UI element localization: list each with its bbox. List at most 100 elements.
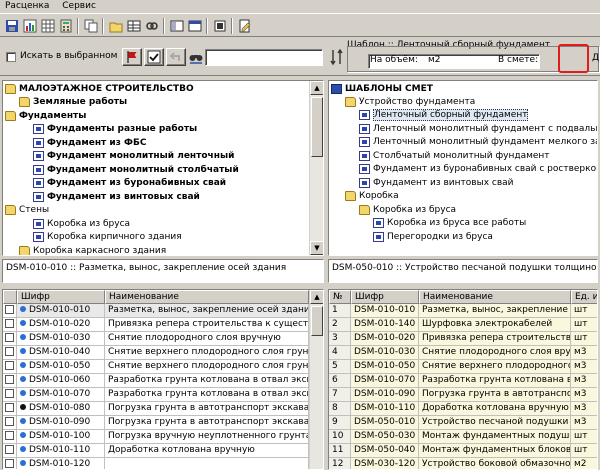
left-grid-row[interactable]: DSM-010-120	[3, 458, 309, 469]
left-grid-row[interactable]: DSM-010-060 Разработка грунта котлована в…	[3, 374, 309, 388]
menu-item-servis[interactable]: Сервис	[57, 0, 101, 11]
link-icon[interactable]	[143, 17, 161, 35]
row-checkbox-box[interactable]	[5, 319, 14, 328]
right-tree-item[interactable]: Ленточный монолитный фундамент мелкого з…	[359, 136, 597, 149]
left-tree-item[interactable]: Фундамент из ФБС	[33, 136, 146, 149]
right-grid-header-unit[interactable]: Ед. и	[571, 290, 597, 304]
right-tree-item[interactable]: Фундамент из винтовых свай	[359, 176, 514, 189]
left-grid-row[interactable]: DSM-010-040 Снятие верхнего плодородного …	[3, 346, 309, 360]
row-checkbox-box[interactable]	[5, 403, 14, 412]
left-grid-row[interactable]: DSM-010-070 Разработка грунта котлована в…	[3, 388, 309, 402]
row-checkbox[interactable]	[3, 304, 17, 318]
undo-button[interactable]	[166, 48, 186, 66]
row-checkbox-box[interactable]	[5, 375, 14, 384]
right-grid-row[interactable]: 4 DSM-010-030 Снятие плодородного слоя вру…	[329, 346, 597, 360]
row-checkbox-box[interactable]	[5, 389, 14, 398]
right-tree-item[interactable]: Фундамент из буронабивных свай с роствер…	[359, 163, 597, 176]
table-icon[interactable]	[39, 17, 57, 35]
row-checkbox-box[interactable]	[5, 431, 14, 440]
left-grid-header-name[interactable]: Наименование	[105, 290, 309, 304]
right-grid-header-name[interactable]: Наименование	[419, 290, 571, 304]
right-grid-header-code[interactable]: Шифр	[351, 290, 419, 304]
left-grid-header-code[interactable]: Шифр	[17, 290, 105, 304]
left-grid-row[interactable]: DSM-010-030 Снятие плодородного слоя вруч…	[3, 332, 309, 346]
search-input[interactable]	[205, 49, 323, 66]
left-tree-item[interactable]: Коробка кирпичного здания	[33, 231, 182, 244]
row-checkbox[interactable]	[3, 346, 17, 360]
search-in-selected-checkbox[interactable]	[6, 52, 16, 62]
binoculars-search-icon[interactable]	[188, 49, 204, 65]
edit-document-icon[interactable]	[236, 17, 254, 35]
row-checkbox-box[interactable]	[5, 361, 14, 370]
left-tree-item[interactable]: МАЛОЭТАЖНОЕ СТРОИТЕЛЬСТВО	[5, 82, 194, 95]
flag-button[interactable]	[122, 48, 142, 66]
left-tree-item[interactable]: Фундамент монолитный ленточный	[33, 150, 234, 163]
row-checkbox[interactable]	[3, 444, 17, 458]
row-checkbox-box[interactable]	[5, 417, 14, 426]
left-tree-item[interactable]: Фундамент монолитный столбчатый	[33, 163, 239, 176]
left-grid-row[interactable]: DSM-010-100 Погрузка вручную неуплотненно…	[3, 430, 309, 444]
right-tree-item[interactable]: Ленточный монолитный фундамент с подваль…	[359, 122, 597, 135]
chart-icon[interactable]	[21, 17, 39, 35]
row-checkbox[interactable]	[3, 402, 17, 416]
left-grid-row[interactable]: DSM-010-050 Снятие верхнего плодородного …	[3, 360, 309, 374]
window-icon[interactable]	[186, 17, 204, 35]
folder-open-icon[interactable]	[107, 17, 125, 35]
row-checkbox-box[interactable]	[5, 459, 14, 468]
row-checkbox[interactable]	[3, 332, 17, 346]
copy-icon[interactable]	[82, 17, 100, 35]
right-grid-row[interactable]: 10DSM-050-030Монтаж фундаментных подушек…	[329, 430, 597, 444]
row-checkbox-box[interactable]	[5, 347, 14, 356]
left-grid-row[interactable]: DSM-010-020 Привязка репера строительства…	[3, 318, 309, 332]
right-grid-row[interactable]: 5 DSM-010-050 Снятие верхнего плодородного…	[329, 360, 597, 374]
left-tree-item[interactable]: Земляные работы	[19, 96, 128, 109]
row-checkbox[interactable]	[3, 374, 17, 388]
row-checkbox-box[interactable]	[5, 445, 14, 454]
save-icon[interactable]	[3, 17, 21, 35]
row-checkbox[interactable]	[3, 458, 17, 469]
right-tree-item[interactable]: Столбчатый монолитный фундамент	[359, 149, 550, 162]
right-grid-row[interactable]: 7 DSM-010-090 Погрузка грунта в автотрансп…	[329, 388, 597, 402]
left-tree-item[interactable]: Фундамент из винтовых свай	[33, 190, 200, 203]
left-tree-item[interactable]: Фундамент из буронабивных свай	[33, 177, 226, 190]
menu-item-rascenka[interactable]: Расценка	[0, 0, 54, 11]
layout-icon[interactable]	[168, 17, 186, 35]
left-tree-item[interactable]: Фундаменты	[5, 109, 86, 122]
right-tree-item[interactable]: Устройство фундамента	[345, 95, 475, 108]
right-grid-row[interactable]: 6 DSM-010-070 Разработка грунта котлована …	[329, 374, 597, 388]
row-checkbox[interactable]	[3, 430, 17, 444]
sort-arrows-icon[interactable]	[329, 48, 345, 66]
left-tree-item[interactable]: Коробка из бруса	[33, 217, 130, 230]
left-tree-scrollbar[interactable]: ▲ ▼	[309, 81, 323, 255]
right-tree-item[interactable]: Коробка из бруса все работы	[373, 217, 526, 230]
apply-check-button[interactable]	[144, 48, 164, 66]
right-grid-row[interactable]: 1 DSM-010-010 Разметка, вынос, закрепление…	[329, 304, 597, 318]
left-grid-scrollbar[interactable]: ▲	[309, 290, 323, 469]
right-tree-item[interactable]: Коробка из бруса	[359, 203, 456, 216]
grid-icon[interactable]	[125, 17, 143, 35]
right-grid-row[interactable]: 2 DSM-010-140 Шурфовка электрокабелей шт	[329, 318, 597, 332]
left-grid-row[interactable]: DSM-010-010 Разметка, вынос, закрепление …	[3, 304, 309, 318]
left-grid-row[interactable]: DSM-010-080 Погрузка грунта в автотранспо…	[3, 402, 309, 416]
right-grid-row[interactable]: 9 DSM-050-010 Устройство песчаной подушки …	[329, 416, 597, 430]
right-grid-row[interactable]: 11 DSM-050-040 Монтаж фундаментных блоков …	[329, 444, 597, 458]
row-checkbox-box[interactable]	[5, 305, 14, 314]
row-checkbox[interactable]	[3, 318, 17, 332]
checkbox-square-icon[interactable]	[211, 17, 229, 35]
calculator-icon[interactable]	[57, 17, 75, 35]
right-grid-row[interactable]: 3 DSM-010-020 Привязка репера строительств…	[329, 332, 597, 346]
right-tree-header[interactable]: ШАБЛОНЫ СМЕТ	[331, 82, 433, 95]
row-checkbox-box[interactable]	[5, 333, 14, 342]
right-grid-row[interactable]: 8 DSM-010-110 Доработка котлована вручную м…	[329, 402, 597, 416]
left-grid-row[interactable]: DSM-010-110 Доработка котлована вручную	[3, 444, 309, 458]
right-grid-header-num[interactable]: №	[329, 290, 351, 304]
row-checkbox[interactable]	[3, 360, 17, 374]
right-grid-row[interactable]: 12 DSM-030-120 Устройство боковой обмазочн…	[329, 458, 597, 469]
right-tree-item[interactable]: Перегородки из бруса	[373, 230, 493, 243]
left-grid-row[interactable]: DSM-010-090 Погрузка грунта в автотранспо…	[3, 416, 309, 430]
left-tree-item[interactable]: Стены	[5, 204, 49, 217]
left-tree-item[interactable]: Фундаменты разные работы	[33, 123, 197, 136]
right-tree-item[interactable]: Ленточный сборный фундамент	[359, 109, 529, 122]
right-tree-item[interactable]: Коробка	[345, 190, 399, 203]
left-tree-item[interactable]: Коробка каркасного здания	[19, 244, 166, 255]
